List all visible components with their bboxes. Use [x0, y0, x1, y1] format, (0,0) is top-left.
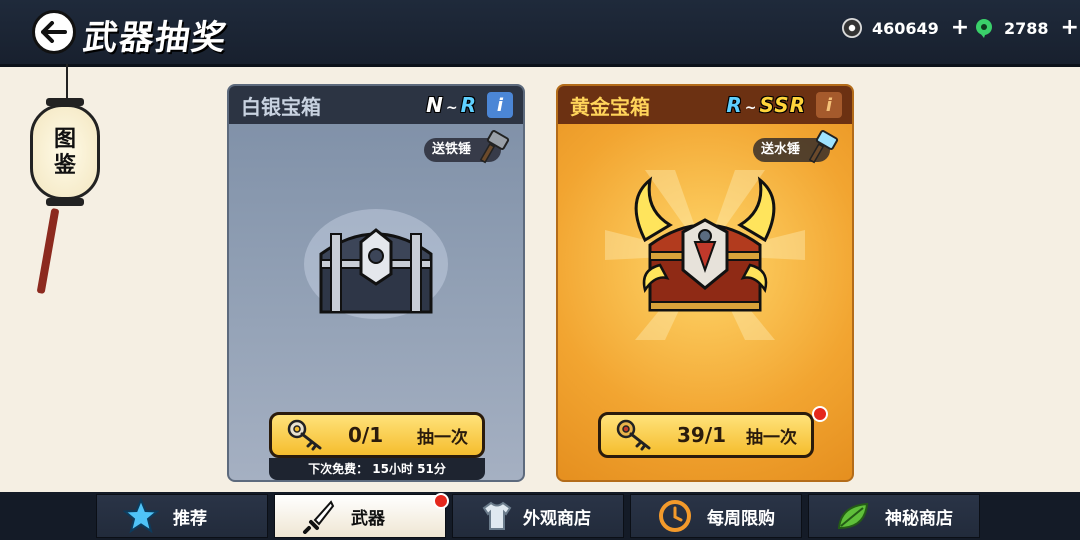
- draw-label: 抽一次: [746, 427, 797, 448]
- silver-chest-icon: [304, 209, 448, 319]
- key-icon: [287, 419, 322, 451]
- card-title: 白银宝箱: [241, 94, 321, 119]
- gold-chest-card: 黄金宝箱 R ~ SSR i 送水锤 39/1 抽一次: [556, 84, 854, 482]
- lantern-char-bottom: 鉴: [53, 152, 76, 178]
- gift-label: 送水锤: [760, 142, 800, 157]
- rarity-from: N: [426, 93, 444, 117]
- silver-draw-button[interactable]: 0/1 抽一次: [269, 412, 485, 458]
- green-gem-icon: [976, 19, 992, 38]
- add-coins-button[interactable]: +: [951, 17, 969, 39]
- leaf-icon: [835, 498, 871, 534]
- draw-count: 0/1: [348, 423, 384, 447]
- lantern-char-top: 图: [53, 126, 76, 152]
- tab-skin-shop[interactable]: 外观商店: [452, 494, 624, 538]
- tab-label: 外观商店: [523, 508, 591, 529]
- coin-icon: [842, 18, 862, 38]
- back-button[interactable]: [32, 10, 76, 54]
- rarity-range: R ~ SSR: [726, 93, 806, 117]
- tab-mystery-shop[interactable]: 神秘商店: [808, 494, 980, 538]
- coin-balance: 460649 +: [842, 17, 969, 39]
- lantern-tassel: [36, 207, 60, 295]
- gift-label: 送铁锤: [431, 142, 471, 157]
- rarity-from: R: [726, 93, 743, 117]
- tab-weapons[interactable]: 武器: [274, 493, 449, 538]
- arrow-left-icon: [41, 21, 67, 43]
- tab-label: 推荐: [173, 508, 207, 529]
- card-header: 白银宝箱 N ~ R i: [229, 86, 523, 124]
- notification-dot: [433, 493, 449, 509]
- gold-chest-icon: [605, 170, 805, 340]
- iron-hammer-icon: [479, 130, 510, 164]
- info-button[interactable]: i: [487, 92, 513, 118]
- notification-dot: [812, 406, 828, 422]
- draw-count: 39/1: [677, 423, 727, 447]
- card-header: 黄金宝箱 R ~ SSR i: [558, 86, 852, 124]
- tab-label: 每周限购: [707, 508, 775, 529]
- tab-label: 武器: [351, 508, 385, 529]
- gem-amount: 2788: [1004, 18, 1049, 38]
- gold-draw-button[interactable]: 39/1 抽一次: [598, 412, 814, 458]
- star-icon: [123, 498, 159, 534]
- add-gems-button[interactable]: +: [1061, 17, 1079, 39]
- water-hammer-icon: [808, 130, 839, 164]
- gold-key-icon: [616, 419, 651, 451]
- gift-tag: 送水锤: [752, 130, 839, 164]
- rarity-tilde: ~: [744, 100, 758, 116]
- tab-recommended[interactable]: 推荐: [96, 494, 268, 538]
- shirt-icon: [479, 498, 515, 534]
- info-button[interactable]: i: [816, 92, 842, 118]
- rarity-range: N ~ R: [426, 93, 477, 117]
- coin-amount: 460649: [872, 18, 939, 38]
- tab-weekly-limited[interactable]: 每周限购: [630, 494, 802, 538]
- dagger-icon: [301, 498, 337, 534]
- page-title: 武器抽奖: [80, 18, 231, 58]
- encyclopedia-lantern-button[interactable]: 图 鉴: [30, 104, 100, 200]
- free-draw-timer: 下次免费： 15小时 51分: [269, 458, 485, 480]
- draw-label: 抽一次: [417, 427, 468, 448]
- rarity-to: SSR: [759, 93, 806, 117]
- silver-chest-card: 白银宝箱 N ~ R i 送铁锤 0/1 抽一次 下次免费： 15小时 51分: [227, 84, 525, 482]
- clock-icon: [657, 498, 693, 534]
- gem-balance: 2788 +: [974, 17, 1079, 39]
- gift-tag: 送铁锤: [423, 130, 510, 164]
- lantern-cap-bottom: [46, 198, 84, 206]
- rarity-to: R: [460, 93, 477, 117]
- tab-label: 神秘商店: [885, 508, 953, 529]
- rarity-tilde: ~: [445, 100, 459, 116]
- top-bar: 武器抽奖 460649 + 2788 +: [0, 0, 1080, 67]
- card-title: 黄金宝箱: [570, 94, 650, 119]
